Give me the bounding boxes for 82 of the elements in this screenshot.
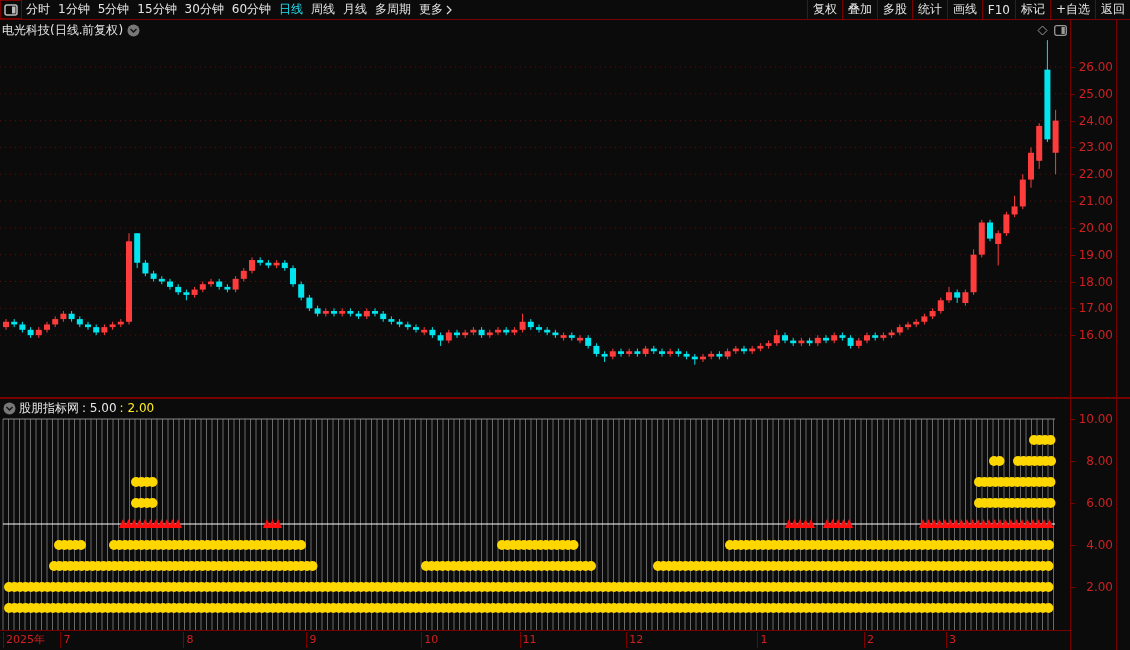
indicator-name: 股朋指标网 (19, 399, 79, 417)
price-label: 22.00 (1078, 166, 1113, 183)
period-tab[interactable]: 更多 (415, 0, 457, 19)
toolbar-button[interactable]: 画线 (946, 0, 982, 19)
candle (454, 329, 460, 339)
price-label: 25.00 (1078, 85, 1113, 102)
price-label: 20.00 (1078, 219, 1113, 236)
date-label: 10 (421, 632, 439, 648)
chevron-right-icon (446, 4, 453, 15)
candle (864, 332, 870, 344)
period-tab[interactable]: 30分钟 (180, 0, 228, 19)
indicator-axis-label: 4.00 (1086, 537, 1113, 553)
diamond-icon[interactable] (1037, 25, 1048, 36)
panel-icon (4, 3, 18, 16)
indicator-value: : 5.00 (82, 401, 117, 415)
date-label: 11 (519, 632, 537, 648)
price-label: 16.00 (1078, 327, 1113, 344)
toolbar-button[interactable]: 返回 (1095, 0, 1130, 19)
price-label: 24.00 (1078, 112, 1113, 129)
toolbar-button[interactable]: +自选 (1049, 0, 1095, 19)
candle (536, 323, 542, 333)
period-tab[interactable]: 周线 (307, 0, 340, 19)
period-tab[interactable]: 5分钟 (93, 0, 134, 19)
panel-icon[interactable] (1054, 25, 1067, 36)
candle (249, 256, 255, 274)
toolbar-button[interactable]: 叠加 (841, 0, 877, 19)
date-label: 2 (864, 632, 874, 648)
toolbar-button[interactable]: 标记 (1014, 0, 1050, 19)
period-tab[interactable]: 月线 (339, 0, 372, 19)
date-label: 7 (60, 632, 71, 648)
candle (700, 353, 706, 363)
date-label: 1 (757, 632, 768, 648)
candle (290, 264, 296, 288)
price-label: 17.00 (1078, 300, 1113, 317)
period-tab[interactable]: 60分钟 (227, 0, 276, 19)
candle (372, 307, 378, 317)
date-label: 9 (306, 632, 317, 648)
candle (331, 307, 337, 317)
candle (905, 321, 911, 331)
candle (208, 278, 214, 288)
period-tab[interactable]: 1分钟 (54, 0, 94, 19)
candle (577, 334, 583, 344)
price-label: 21.00 (1078, 193, 1113, 210)
candle (823, 334, 829, 344)
date-label: 2025年 (3, 632, 45, 648)
candle (987, 219, 993, 242)
indicator-value: : 2.00 (119, 401, 155, 415)
candle (85, 321, 91, 331)
chevron-down-icon[interactable] (3, 401, 16, 415)
date-label: 8 (183, 632, 194, 648)
indicator-axis-label: 8.00 (1086, 453, 1113, 469)
candle (946, 286, 952, 304)
candle (495, 326, 501, 336)
period-tab[interactable]: 分时 (22, 0, 54, 19)
price-label: 26.00 (1078, 58, 1113, 75)
layout-toggle-button[interactable] (0, 0, 22, 19)
candle (618, 348, 624, 358)
chevron-down-icon[interactable] (127, 24, 141, 37)
date-label: 12 (626, 632, 644, 648)
candle (413, 323, 419, 333)
price-label: 19.00 (1078, 246, 1113, 263)
price-label: 23.00 (1078, 139, 1113, 156)
candle (167, 278, 173, 291)
candle (741, 345, 747, 355)
indicator-axis-label: 2.00 (1086, 579, 1113, 595)
toolbar-button[interactable]: 复权 (806, 0, 842, 19)
chart-title: 电光科技(日线.前复权) (2, 22, 124, 39)
period-tab[interactable]: 日线 (275, 0, 308, 19)
candle (3, 318, 9, 331)
date-label: 3 (946, 632, 956, 648)
indicator-axis-label: 6.00 (1086, 495, 1113, 511)
toolbar-button[interactable]: F10 (981, 0, 1015, 19)
candle (1028, 146, 1034, 189)
toolbar-button[interactable]: 多股 (876, 0, 912, 19)
price-label: 18.00 (1078, 273, 1113, 290)
candle (44, 321, 50, 333)
indicator-axis-label: 10.00 (1078, 411, 1113, 427)
candle (659, 348, 665, 358)
toolbar-button[interactable]: 统计 (911, 0, 947, 19)
period-tab[interactable]: 15分钟 (133, 0, 181, 19)
period-tab[interactable]: 多周期 (371, 0, 416, 19)
candle (782, 332, 788, 344)
